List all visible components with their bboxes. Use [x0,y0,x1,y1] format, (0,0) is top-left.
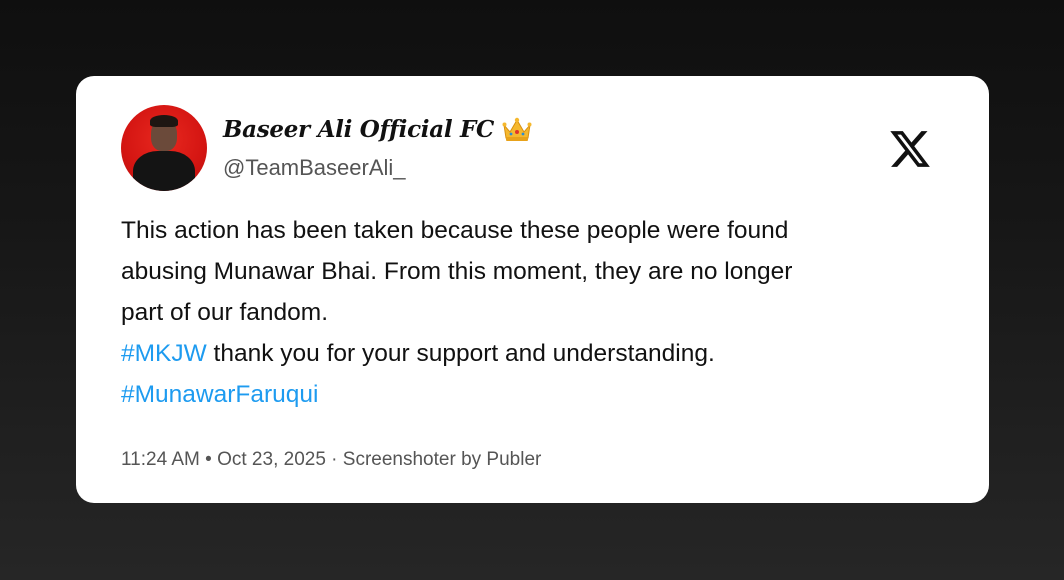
meta-separator: • [199,449,218,470]
avatar-hair-shape [150,115,178,127]
tweet-date[interactable]: Oct 23, 2025 [217,449,326,470]
tweet-text-line: abusing Munawar Bhai. From this moment, … [121,258,793,285]
tweet-source: Screenshoter by Publer [342,449,542,470]
crown-icon [502,117,532,143]
tweet-text-line: part of our fandom. [121,299,329,326]
meta-separator: · [325,449,343,470]
author-display-name[interactable]: Baseer Ali Official FC [223,116,494,143]
tweet-body: This action has been taken because these… [121,210,951,415]
tweet-meta: 11:24 AM • Oct 23, 2025 · Screenshoter b… [121,449,541,471]
avatar[interactable] [121,105,207,191]
tweet-text-segment: thank you for your support and understan… [206,340,715,367]
tweet-time[interactable]: 11:24 AM [121,449,200,470]
tweet-text-line: This action has been taken because these… [121,217,789,244]
hashtag-link[interactable]: #MunawarFaruqui [121,381,318,408]
author-name-row: Baseer Ali Official FC [223,116,532,143]
hashtag-link[interactable]: #MKJW [121,340,207,367]
tweet-hashtag-line: #MunawarFaruqui [121,374,951,415]
x-logo-icon[interactable] [888,127,932,171]
author-handle[interactable]: @TeamBaseerAli_ [223,155,406,181]
avatar-body-shape [133,151,195,191]
tweet-hashtag-line: #MKJW thank you for your support and und… [121,333,951,374]
tweet-card: Baseer Ali Official FC @TeamBaseerAli_ T… [76,76,989,503]
